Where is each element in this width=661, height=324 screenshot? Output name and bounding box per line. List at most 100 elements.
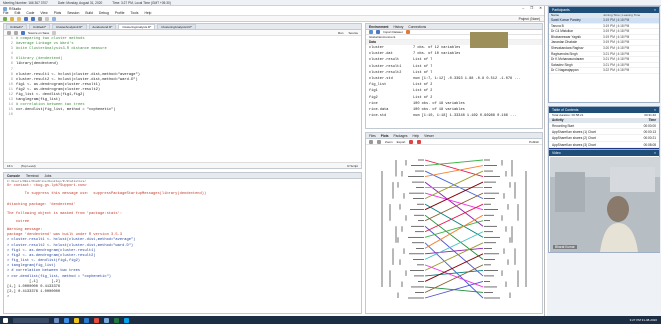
code-area[interactable]: 1 # comparing two cluster methods 2 #averag… [4, 37, 361, 155]
menu-build[interactable]: Build [85, 11, 93, 15]
import-dataset-button[interactable]: Import Dataset [383, 30, 403, 34]
menu-help[interactable]: Help [144, 11, 151, 15]
video-close-icon[interactable]: × [654, 150, 659, 156]
editor-tab[interactable]: Untitled1* [6, 24, 28, 29]
tanglegram-connector [424, 203, 484, 238]
meeting-date: Date: Monday, August 31, 2020 [57, 0, 103, 5]
maximize-button[interactable]: ❐ [530, 6, 533, 10]
menu-edit[interactable]: Edit [14, 11, 20, 15]
environment-row[interactable]: rice.std num [1:10, 1:18] 1.33348 1.169 0… [366, 113, 542, 119]
new-file-icon[interactable] [3, 16, 7, 21]
file-type-indicator[interactable]: R Script [347, 164, 361, 168]
editor-tab-active[interactable]: ClusteringAnalysis.R* [118, 24, 156, 29]
save-icon[interactable] [21, 30, 25, 35]
participant-row[interactable]: Dr C Nagarajappan 3:22 PM | 4:18 PM [549, 68, 659, 74]
tab-viewer[interactable]: Viewer [424, 134, 434, 138]
participant-name: Shevakandara Raghav [551, 45, 584, 50]
previous-plot-icon[interactable] [369, 139, 373, 144]
tab-packages[interactable]: Packages [394, 134, 408, 138]
tab-console[interactable]: Console [7, 174, 20, 178]
code-text[interactable]: cor.dendlist(fig_list, method = "cophene… [16, 108, 116, 113]
rstudio-taskbar-icon[interactable] [104, 317, 109, 323]
source-button[interactable]: Source [348, 31, 358, 35]
tanglegram-connector [424, 242, 484, 271]
toc-activity: Recording Start [552, 124, 575, 128]
variable-value: num [1:10, 1:18] 1.33348 1.169 0.96988 0… [413, 114, 517, 119]
presenter-video-image [550, 157, 660, 252]
publish-button[interactable]: Publish [529, 140, 542, 144]
code-line[interactable]: 16 [4, 113, 361, 118]
broom-icon[interactable] [405, 30, 410, 34]
participant-time: 3:19 PM | 4:18 PM [603, 29, 630, 34]
chrome-icon[interactable] [94, 317, 99, 323]
menu-code[interactable]: Code [26, 11, 34, 15]
go-to-file-icon[interactable] [45, 16, 49, 21]
menu-view[interactable]: View [40, 11, 47, 15]
code-text[interactable]: #cite ClusterAnalysis3.R distance measur… [16, 47, 107, 52]
windows-start-icon[interactable] [3, 317, 8, 323]
search-icon[interactable] [52, 30, 57, 35]
edge-icon[interactable] [64, 317, 69, 323]
excel-icon[interactable] [114, 317, 119, 323]
tab-jobs[interactable]: Jobs [44, 174, 51, 178]
tab-terminal[interactable]: Terminal [26, 174, 38, 178]
tanglegram-connector [424, 220, 484, 238]
task-view-icon[interactable] [54, 317, 59, 323]
tab-environment[interactable]: Environment [369, 25, 388, 29]
mail-icon[interactable] [84, 317, 89, 323]
print-icon[interactable] [38, 16, 42, 21]
remove-plot-icon[interactable] [409, 139, 414, 144]
tab-plots[interactable]: Plots [381, 134, 389, 138]
forward-arrow-icon[interactable] [14, 30, 18, 35]
menu-plots[interactable]: Plots [54, 11, 62, 15]
participant-time: 3:21 PM | 4:18 PM [603, 62, 630, 67]
meeting-side-panel: Participants × Name Joining Time | Leavi… [547, 6, 661, 316]
tab-help[interactable]: Help [413, 134, 420, 138]
console-output[interactable]: Or contact: <bug.gs.lpb?Support.com> To … [4, 184, 361, 301]
menu-tools[interactable]: Tools [131, 11, 139, 15]
tab-connections[interactable]: Connections [408, 25, 426, 29]
environment-pane: Environment History Connections Import D… [365, 23, 543, 129]
menu-profile[interactable]: Profile [115, 11, 125, 15]
clear-plots-icon[interactable] [417, 139, 422, 144]
taskbar-search-box[interactable] [13, 317, 49, 323]
participant-time: 3:19 PM | 4:18 PM [603, 23, 630, 28]
menu-debug[interactable]: Debug [99, 11, 109, 15]
participants-panel: Participants × Name Joining Time | Leavi… [548, 6, 660, 103]
minimize-button[interactable]: – [522, 6, 524, 10]
participant-time: 3:19 PM | 4:18 PM [603, 40, 630, 45]
menu-session[interactable]: Session [67, 11, 79, 15]
participant-name: Swati Kumar Pandey [551, 18, 581, 22]
open-project-icon[interactable] [10, 16, 14, 21]
code-text[interactable]: library(dendextend) [16, 62, 58, 67]
editor-tab[interactable]: ClusterAnalysis3.R* [52, 24, 87, 29]
close-button[interactable]: ✕ [539, 6, 542, 10]
rstudio-logo-icon [3, 6, 7, 11]
file-explorer-icon[interactable] [74, 317, 79, 323]
editor-tab[interactable]: ClusteringAnalysis4.R* [157, 24, 196, 29]
editor-tab[interactable]: Untitled2* [29, 24, 51, 29]
menu-file[interactable]: File [3, 11, 8, 15]
tab-history[interactable]: History [393, 25, 403, 29]
scope-indicator[interactable]: (Top Level) [21, 164, 36, 168]
presenter-name-label: Bharat Kumar [553, 245, 577, 249]
source-on-save-checkbox[interactable]: Source on Save [28, 31, 49, 35]
participant-name: Dr C4 Mistulkar [551, 29, 573, 34]
next-plot-icon[interactable] [377, 139, 381, 144]
back-arrow-icon[interactable] [7, 30, 11, 35]
tab-files[interactable]: Files [369, 134, 376, 138]
load-workspace-icon[interactable] [369, 30, 373, 34]
export-button[interactable]: Export [397, 140, 406, 144]
project-menu[interactable]: Project: (None) [519, 17, 540, 21]
save-all-icon[interactable] [31, 16, 35, 21]
save-workspace-icon[interactable] [376, 30, 380, 34]
zoom-button[interactable]: Zoom [385, 140, 393, 144]
participant-time: 3:21 PM | 4:18 PM [603, 51, 630, 56]
addins-icon[interactable] [52, 16, 56, 21]
participant-time: 3:21 PM | 4:18 PM [603, 57, 630, 62]
editor-tab[interactable]: dendextend.R* [88, 24, 117, 29]
save-icon[interactable] [24, 16, 28, 21]
webex-icon[interactable] [124, 317, 129, 323]
open-file-icon[interactable] [17, 16, 21, 21]
run-button[interactable]: Run [338, 31, 344, 35]
